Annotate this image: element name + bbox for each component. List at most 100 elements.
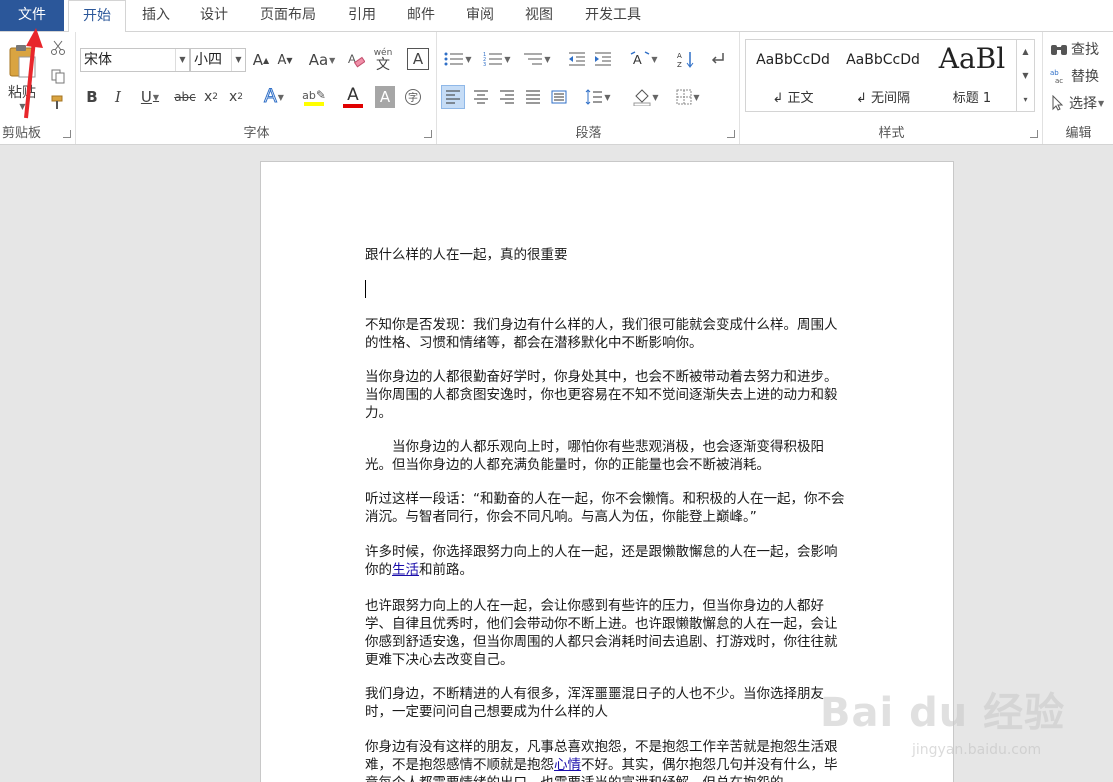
svg-text:字: 字 bbox=[408, 91, 418, 104]
grow-font-button[interactable]: A ▲ bbox=[250, 49, 272, 71]
bullet-list-icon bbox=[444, 52, 464, 66]
clipboard-launcher[interactable] bbox=[63, 130, 71, 138]
subscript-button[interactable]: x2 bbox=[201, 86, 221, 108]
svg-text:Z: Z bbox=[677, 61, 682, 68]
font-color-icon: A bbox=[347, 84, 359, 105]
ribbon: 粘贴 ▼ 剪贴板 宋体 ▼ 小四 ▼ A ▲ A ▼ Aa ▼ A wén 文 … bbox=[0, 31, 1113, 145]
strikethrough-button[interactable]: abc bbox=[172, 86, 198, 108]
align-left-icon bbox=[446, 90, 460, 104]
format-painter-button[interactable] bbox=[48, 92, 68, 112]
style-no-spacing[interactable]: AaBbCcDd ↲ 无间隔 bbox=[838, 40, 928, 111]
select-label: 选择 bbox=[1069, 96, 1097, 112]
cut-button[interactable] bbox=[48, 38, 68, 58]
highlight-color-button[interactable]: ab✎ bbox=[295, 85, 333, 109]
tab-view[interactable]: 视图 bbox=[513, 0, 565, 31]
change-case-button[interactable]: Aa ▼ bbox=[305, 49, 339, 71]
align-right-button[interactable] bbox=[495, 85, 519, 109]
replace-button[interactable]: ab ac 替换 bbox=[1050, 65, 1112, 87]
italic-button[interactable]: I bbox=[108, 86, 128, 108]
gallery-scroll-up[interactable]: ▲ bbox=[1016, 40, 1034, 64]
enclose-characters-button[interactable]: 字 bbox=[402, 86, 424, 108]
gallery-scroll-down[interactable]: ▼ bbox=[1016, 64, 1034, 88]
chinese-layout-icon: A bbox=[631, 51, 650, 67]
tab-developer[interactable]: 开发工具 bbox=[572, 0, 654, 31]
clear-formatting-button[interactable]: A bbox=[345, 49, 367, 71]
align-left-button[interactable] bbox=[441, 85, 465, 109]
document-title: 跟什么样的人在一起，真的很重要 bbox=[365, 247, 568, 263]
tab-home[interactable]: 开始 bbox=[68, 0, 126, 32]
align-center-button[interactable] bbox=[469, 85, 493, 109]
clipboard-group: 粘贴 ▼ 剪贴板 bbox=[0, 32, 76, 144]
select-button[interactable]: 选择 ▼ bbox=[1050, 92, 1113, 114]
underline-button[interactable]: U ▼ bbox=[133, 86, 167, 108]
tab-references[interactable]: 引用 bbox=[336, 0, 388, 31]
distributed-button[interactable] bbox=[547, 85, 571, 109]
bold-button[interactable]: B bbox=[82, 86, 102, 108]
gallery-more[interactable]: ▾ bbox=[1016, 88, 1034, 111]
superscript-button[interactable]: x2 bbox=[226, 86, 246, 108]
enclosed-char-icon: 字 bbox=[405, 89, 421, 105]
tab-review[interactable]: 审阅 bbox=[454, 0, 506, 31]
paragraph-label: 段落 bbox=[575, 126, 602, 141]
character-shading-button[interactable]: A bbox=[375, 86, 395, 108]
paragraph-2: 当你身边的人都很勤奋好学时，你身处其中，也会不断被带动着去努力和进步。当你周围的… bbox=[365, 369, 838, 421]
baidu-jingyan-watermark: Bai du 经验 jingyan.baidu.com bbox=[820, 680, 1080, 775]
enter-arrow-icon bbox=[711, 53, 724, 64]
justify-button[interactable] bbox=[521, 85, 545, 109]
style-normal[interactable]: AaBbCcDd ↲ 正文 bbox=[748, 40, 838, 111]
styles-launcher[interactable] bbox=[1030, 130, 1038, 138]
svg-text:3: 3 bbox=[483, 62, 486, 67]
multilevel-list-icon bbox=[524, 53, 543, 65]
tab-insert[interactable]: 插入 bbox=[130, 0, 182, 31]
numbering-button[interactable]: 1 2 3 ▼ bbox=[480, 48, 514, 70]
chinese-layout-button[interactable]: A ▼ bbox=[626, 48, 662, 70]
sort-button[interactable]: AZ bbox=[674, 48, 698, 70]
style-sample: AaBl bbox=[938, 42, 1006, 75]
tab-layout[interactable]: 页面布局 bbox=[246, 0, 330, 31]
increase-indent-button[interactable] bbox=[592, 48, 614, 70]
text-cursor bbox=[365, 280, 366, 298]
replace-label: 替换 bbox=[1071, 69, 1099, 85]
tab-mailings[interactable]: 邮件 bbox=[395, 0, 447, 31]
paint-bucket-icon bbox=[633, 89, 651, 106]
sort-icon: AZ bbox=[677, 52, 694, 68]
shrink-font-button[interactable]: A ▼ bbox=[274, 49, 296, 71]
replace-icon: abac bbox=[1050, 69, 1063, 84]
paragraph-launcher[interactable] bbox=[727, 130, 735, 138]
tab-design[interactable]: 设计 bbox=[188, 0, 240, 31]
paste-icon bbox=[9, 45, 36, 78]
multilevel-list-button[interactable]: ▼ bbox=[520, 48, 554, 70]
font-group: 宋体 ▼ 小四 ▼ A ▲ A ▼ Aa ▼ A wén 文 A B I U ▼ abc… bbox=[77, 32, 437, 144]
font-launcher[interactable] bbox=[424, 130, 432, 138]
life-link[interactable]: 生活 bbox=[392, 562, 419, 578]
bullets-button[interactable]: ▼ bbox=[441, 48, 475, 70]
show-marks-button[interactable] bbox=[706, 48, 730, 70]
style-name: 标题 1 bbox=[952, 91, 992, 106]
paragraph-3: 当你身边的人都乐观向上时，哪怕你有些悲观消极，也会逐渐变得积极阳光。但当你身边的… bbox=[365, 439, 824, 473]
style-sample: AaBbCcDd bbox=[756, 52, 830, 68]
decrease-indent-button[interactable] bbox=[566, 48, 588, 70]
style-heading-1[interactable]: AaBl 标题 1 bbox=[928, 40, 1016, 111]
character-border-button[interactable]: A bbox=[407, 48, 429, 70]
paragraph-5-text-b: 和前路。 bbox=[419, 562, 473, 578]
shading-button[interactable]: ▼ bbox=[628, 85, 664, 109]
svg-text:A: A bbox=[677, 52, 682, 60]
font-color-button[interactable]: A bbox=[336, 85, 370, 109]
paste-button[interactable]: 粘贴 ▼ bbox=[2, 38, 42, 116]
indent-icon bbox=[595, 52, 611, 66]
phonetic-char: 文 bbox=[376, 56, 390, 73]
phonetic-guide-button[interactable]: wén 文 bbox=[370, 46, 396, 74]
font-size-combo[interactable]: 小四 ▼ bbox=[190, 48, 246, 72]
line-spacing-icon bbox=[586, 89, 603, 105]
font-name-combo[interactable]: 宋体 ▼ bbox=[80, 48, 190, 72]
line-spacing-button[interactable]: ▼ bbox=[580, 85, 616, 109]
borders-button[interactable]: ▼ bbox=[670, 85, 706, 109]
tab-file[interactable]: 文件 bbox=[0, 0, 64, 31]
font-size-value: 小四 bbox=[194, 52, 222, 68]
copy-button[interactable] bbox=[48, 66, 68, 86]
text-effects-button[interactable]: A ▼ bbox=[257, 85, 291, 109]
mood-link[interactable]: 心情 bbox=[554, 757, 581, 773]
find-button[interactable]: 查找 bbox=[1050, 38, 1112, 60]
paragraph-1: 不知你是否发现：我们身边有什么样的人，我们很可能就会变成什么样。周围人的性格、习… bbox=[365, 317, 838, 351]
cursor-arrow-icon bbox=[1052, 95, 1064, 111]
